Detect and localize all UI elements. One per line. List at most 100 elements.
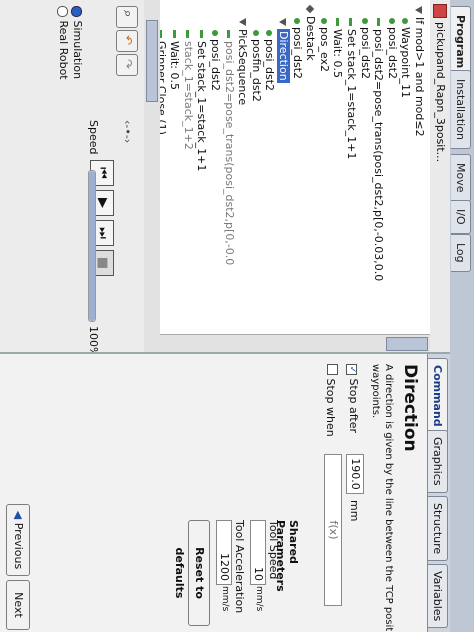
real-robot-option[interactable]: Real Robot: [57, 6, 70, 80]
file-icon: [433, 4, 447, 18]
skip-forward-icon: ⏭: [95, 227, 110, 239]
bar-icon: [199, 30, 203, 38]
bullet-icon: [293, 18, 300, 24]
simulation-label: Simulation: [71, 20, 84, 80]
photo-background: Program Installation Move I/O Log pickup…: [0, 0, 474, 632]
tab-graphics[interactable]: Graphics: [428, 430, 448, 493]
program-tree[interactable]: If mod>1 and mod≤2 Waypoint_11 posi_dst2 po…: [159, 0, 430, 334]
bullet-icon: [388, 18, 395, 24]
bar-icon: [376, 18, 380, 26]
file-title-bar: pickupand_Rapn_3posit...: [429, 0, 450, 352]
search-icon: ⌕: [120, 10, 135, 18]
tab-program[interactable]: Program: [451, 6, 471, 78]
real-robot-label: Real Robot: [57, 20, 70, 80]
stop-after-option[interactable]: ✓ Stop after: [346, 364, 360, 433]
tree-node-label: PickSequence: [236, 29, 250, 106]
bar-icon: [172, 30, 176, 38]
tree-node-label: posi_dst2=pose_trans(posi_dst2,p[0,-0.0: [222, 41, 236, 266]
speed-slider-fill: [89, 171, 95, 321]
simulation-option[interactable]: Simulation: [71, 6, 84, 79]
tree-node[interactable]: posi_dst2: [359, 18, 372, 79]
tree-node[interactable]: Set stack_1=stack_1+1: [195, 30, 208, 171]
tree-node-label: posi_dst2=pose_trans(posi_dst2,p[0,-0.03…: [372, 29, 386, 282]
tab-command[interactable]: Command: [428, 358, 448, 434]
search-button[interactable]: ⌕: [116, 6, 138, 28]
tab-variables[interactable]: Variables: [428, 564, 448, 629]
play-icon: ▶: [95, 198, 110, 208]
skip-back-icon: ⏮: [95, 167, 110, 179]
tree-vertical-scroll-thumb[interactable]: [386, 337, 428, 351]
tree-node[interactable]: Direction: [277, 18, 290, 83]
tree-node[interactable]: posfin_dst2: [250, 30, 263, 102]
stop-when-option[interactable]: Stop when: [324, 364, 338, 437]
reset-to-defaults-button[interactable]: Reset to defaults: [173, 520, 210, 626]
tree-node-label: Set stack_1=stack_1+1: [195, 41, 209, 172]
tab-io[interactable]: I/O: [451, 200, 471, 234]
panel-description-line-2: waypoints.: [370, 364, 381, 419]
tree-node-label: Waypoint_11: [399, 27, 413, 98]
previous-button[interactable]: ◀ Previous: [6, 504, 30, 576]
tree-node-label: Gripper Close (1): [159, 41, 168, 135]
stop-icon: ■: [95, 256, 110, 270]
tree-node[interactable]: Wait: 0.5: [331, 18, 344, 78]
tree-node[interactable]: If mod>1 and mod≤2: [413, 6, 426, 137]
undo-button[interactable]: ↶: [116, 30, 138, 52]
stop-when-expression-field[interactable]: f(x): [324, 454, 342, 606]
tree-node[interactable]: posi_dst2: [386, 18, 399, 79]
robot-teach-pendant-screen: Program Installation Move I/O Log pickup…: [0, 0, 474, 632]
command-panel: Command Graphics Structure Variables Dir…: [0, 352, 450, 632]
tree-node[interactable]: posi_dst2: [263, 30, 276, 91]
tab-structure[interactable]: Structure: [428, 496, 448, 562]
tree-node-label: Direction: [277, 29, 290, 83]
tree-node[interactable]: posi_dst2=pose_trans(posi_dst2,p[0,-0.03…: [372, 18, 385, 281]
tree-node[interactable]: PickSequence: [236, 18, 249, 105]
tree-node-label: posi_dst2: [209, 39, 222, 92]
previous-label: Previous: [12, 522, 25, 570]
bullet-icon: [402, 18, 409, 24]
tree-node-label: pos_ex2: [317, 27, 331, 73]
panel-heading: Direction: [400, 364, 420, 452]
panel-description-line-1: A direction is given by the line between…: [383, 364, 394, 632]
tool-acceleration-input[interactable]: 1200: [216, 520, 232, 585]
radio-selected-icon: [71, 6, 83, 17]
expression-fx-icon: f(x): [327, 520, 340, 540]
stop-after-label: Stop after: [347, 378, 360, 434]
tree-node[interactable]: Gripper Close (1): [159, 30, 168, 135]
tree-node-label: posi_dst2: [358, 27, 372, 80]
tree-node[interactable]: Wait: 0.5: [168, 30, 181, 90]
next-button[interactable]: Next: [6, 580, 30, 630]
tri-icon: [279, 18, 287, 26]
redo-icon: ↷: [121, 59, 135, 70]
tree-node[interactable]: Set stack_1=stack_1+1: [345, 18, 358, 159]
tool-speed-input[interactable]: 10: [250, 520, 266, 585]
tree-node-label: posfin_dst2: [249, 39, 263, 102]
tree-node[interactable]: posi_dst2=pose_trans(posi_dst2,p[0,-0.0: [223, 30, 236, 265]
tree-node-label: Wait: 0.5: [168, 41, 182, 90]
speed-label: Speed: [87, 120, 100, 155]
program-file-name: pickupand_Rapn_3posit...: [434, 22, 447, 163]
tree-node[interactable]: Destack: [304, 4, 317, 60]
tool-speed-label: Tool Speed: [267, 520, 280, 580]
tree-node[interactable]: posi_dst2: [209, 30, 222, 91]
tree-node[interactable]: Waypoint_11: [399, 18, 412, 98]
redo-button[interactable]: ↷: [116, 54, 138, 76]
playback-controls: ⌕ ↶ ↷ ‹-•-› ⏮ ▶ ⏭ ■ Simulation Real Robo…: [0, 0, 144, 357]
tab-installation[interactable]: Installation: [451, 70, 471, 149]
radio-unselected-icon: [57, 6, 69, 17]
speed-slider[interactable]: [88, 170, 96, 322]
tab-move[interactable]: Move: [451, 154, 471, 202]
diamond-icon: [305, 4, 315, 14]
tree-node-label: posi_dst2: [385, 27, 399, 80]
bar-icon: [227, 30, 231, 38]
stop-after-input[interactable]: 190.0: [346, 454, 364, 494]
tree-node[interactable]: posi_dst2: [291, 18, 304, 79]
tab-log[interactable]: Log: [451, 234, 471, 272]
tree-horizontal-scroll-thumb[interactable]: [146, 20, 158, 102]
tree-node[interactable]: stack_1=stack_1+2: [182, 30, 195, 150]
tree-node[interactable]: pos_ex2: [318, 18, 331, 72]
arrow-left-icon: ◀: [12, 510, 25, 520]
tree-node-label: Set stack_1=stack_1+1: [345, 29, 358, 160]
bullet-icon: [361, 18, 368, 24]
tri-icon: [238, 18, 246, 26]
tool-acceleration-label: Tool Acceleration: [233, 520, 246, 614]
